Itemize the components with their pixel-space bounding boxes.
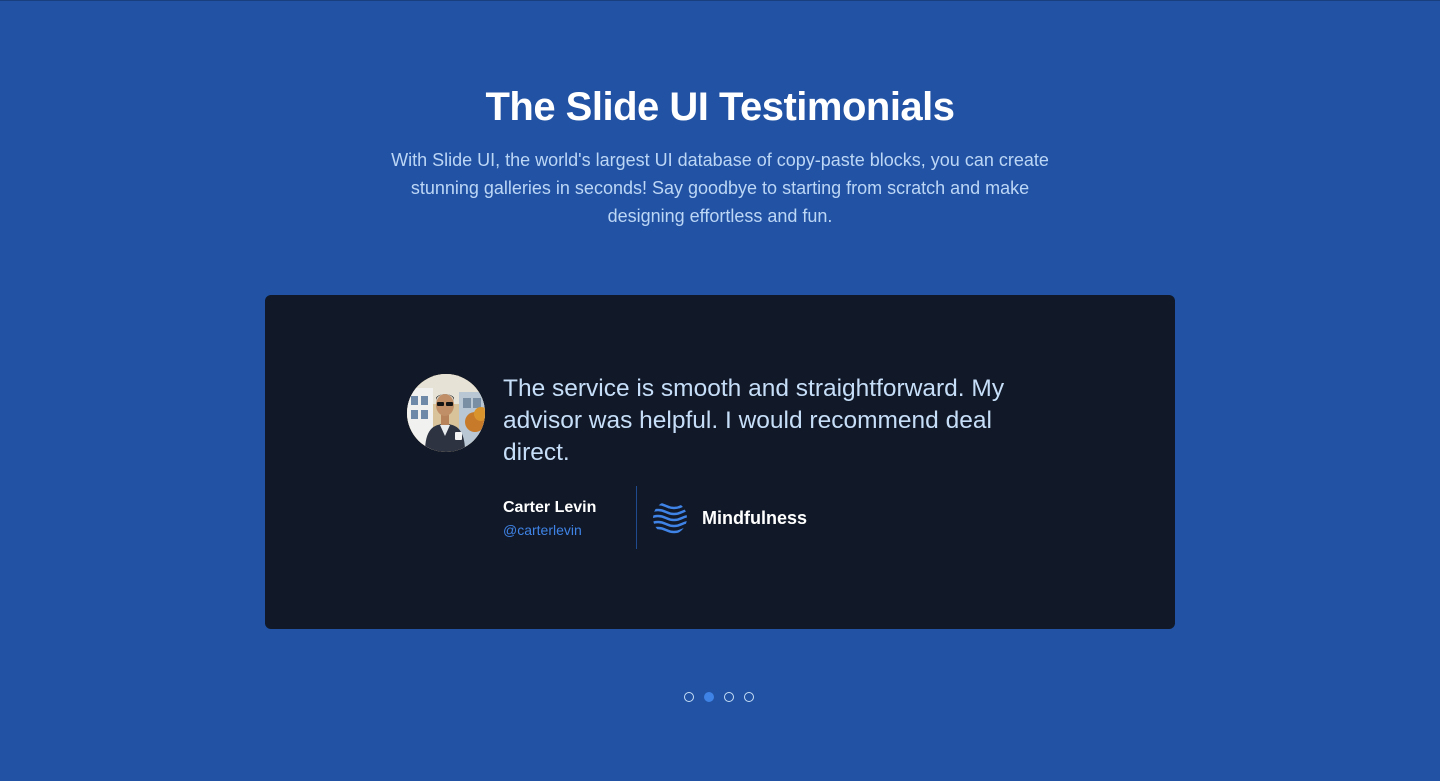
pagination-dot-3[interactable] <box>724 692 734 702</box>
avatar <box>407 374 485 452</box>
pagination-dot-2[interactable] <box>704 692 714 702</box>
pagination-dot-4[interactable] <box>744 692 754 702</box>
divider <box>636 486 637 549</box>
person-photo <box>407 374 485 452</box>
section-description: With Slide UI, the world's largest UI da… <box>391 150 1049 226</box>
company-brand: Mindfulness <box>652 500 807 536</box>
testimonial-card: The service is smooth and straightforwar… <box>265 295 1175 629</box>
company-name: Mindfulness <box>702 507 808 528</box>
pagination-dot-1[interactable] <box>684 692 694 702</box>
testimonial-quote: The service is smooth and straightforwar… <box>503 375 1005 466</box>
testimonials-section: The Slide UI Testimonials With Slide UI,… <box>0 0 1440 781</box>
carousel-pagination <box>684 692 754 702</box>
author-name: Carter Levin <box>503 499 597 516</box>
author-handle-link[interactable]: @carterlevin <box>503 520 596 540</box>
section-title: The Slide UI Testimonials <box>485 85 955 129</box>
waves-logo-icon <box>653 502 687 534</box>
author-info: Carter Levin @carterlevin <box>503 498 596 540</box>
